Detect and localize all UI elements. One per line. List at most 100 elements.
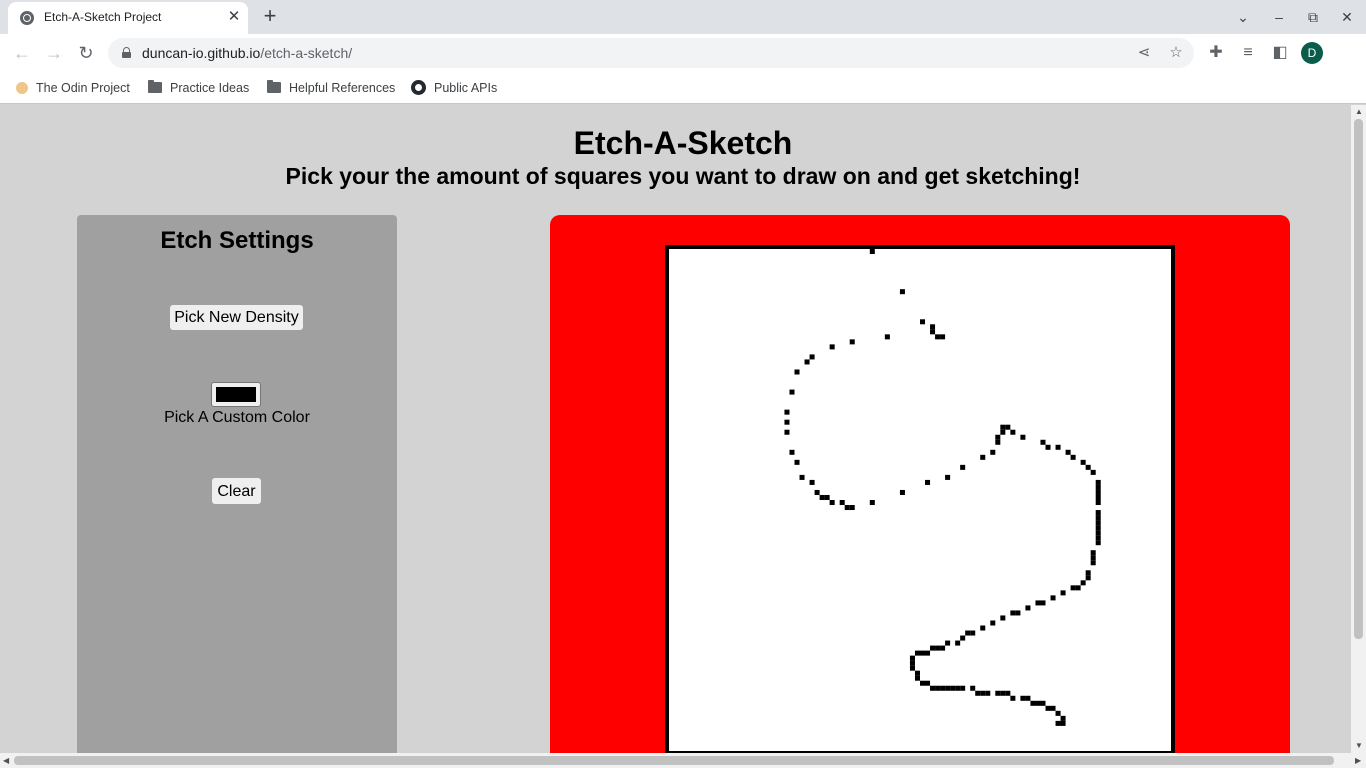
restore-icon[interactable]: ⧉ — [1301, 6, 1325, 28]
filled-cell[interactable] — [809, 354, 815, 360]
filled-cell[interactable] — [1000, 429, 1006, 435]
filled-cell[interactable] — [995, 434, 1001, 440]
window-close-icon[interactable]: ✕ — [1335, 6, 1359, 28]
active-tab[interactable]: Etch-A-Sketch Project ✕ — [8, 2, 248, 34]
filled-cell[interactable] — [1020, 434, 1026, 440]
filled-cell[interactable] — [940, 645, 946, 651]
filled-cell[interactable] — [935, 685, 941, 691]
bookmark-odin-project[interactable]: The Odin Project — [16, 78, 130, 98]
bookmark-practice-ideas[interactable]: Practice Ideas — [148, 78, 249, 98]
filled-cell[interactable] — [1050, 705, 1056, 711]
filled-cell[interactable] — [809, 479, 815, 485]
filled-cell[interactable] — [1095, 479, 1101, 485]
filled-cell[interactable] — [945, 474, 951, 480]
filled-cell[interactable] — [955, 640, 961, 646]
filled-cell[interactable] — [824, 494, 830, 500]
filled-cell[interactable] — [884, 334, 890, 340]
filled-cell[interactable] — [1070, 585, 1076, 591]
filled-cell[interactable] — [975, 690, 981, 696]
filled-cell[interactable] — [945, 685, 951, 691]
filled-cell[interactable] — [925, 680, 931, 686]
filled-cell[interactable] — [1095, 540, 1101, 546]
back-icon[interactable]: ← — [10, 41, 34, 65]
clear-button[interactable]: Clear — [211, 477, 262, 505]
filled-cell[interactable] — [1095, 525, 1101, 531]
filled-cell[interactable] — [920, 650, 926, 656]
scroll-right-icon[interactable]: ▶ — [1355, 756, 1361, 765]
filled-cell[interactable] — [930, 645, 936, 651]
filled-cell[interactable] — [844, 505, 850, 511]
filled-cell[interactable] — [990, 449, 996, 455]
sketch-canvas[interactable] — [665, 245, 1175, 753]
filled-cell[interactable] — [869, 249, 875, 255]
new-tab-icon[interactable]: + — [258, 5, 282, 29]
filled-cell[interactable] — [970, 685, 976, 691]
forward-icon[interactable]: → — [42, 41, 66, 65]
filled-cell[interactable] — [1060, 590, 1066, 596]
pick-density-button[interactable]: Pick New Density — [169, 304, 304, 331]
filled-cell[interactable] — [829, 344, 835, 350]
url-text[interactable]: duncan-io.github.io/etch-a-sketch/ — [142, 45, 352, 61]
scroll-up-icon[interactable]: ▲ — [1355, 107, 1363, 116]
filled-cell[interactable] — [1020, 695, 1026, 701]
filled-cell[interactable] — [960, 635, 966, 641]
filled-cell[interactable] — [925, 650, 931, 656]
filled-cell[interactable] — [1090, 555, 1096, 561]
filled-cell[interactable] — [920, 680, 926, 686]
filled-cell[interactable] — [955, 685, 961, 691]
filled-cell[interactable] — [814, 489, 820, 495]
filled-cell[interactable] — [1095, 530, 1101, 536]
filled-cell[interactable] — [1075, 585, 1081, 591]
filled-cell[interactable] — [1095, 510, 1101, 516]
media-control-icon[interactable]: ≡ — [1236, 41, 1260, 65]
filled-cell[interactable] — [1010, 610, 1016, 616]
filled-cell[interactable] — [784, 429, 790, 435]
filled-cell[interactable] — [1000, 690, 1006, 696]
filled-cell[interactable] — [1090, 469, 1096, 475]
filled-cell[interactable] — [1040, 700, 1046, 706]
filled-cell[interactable] — [1035, 700, 1041, 706]
filled-cell[interactable] — [1050, 595, 1056, 601]
filled-cell[interactable] — [909, 655, 915, 661]
filled-cell[interactable] — [930, 685, 936, 691]
filled-cell[interactable] — [935, 645, 941, 651]
filled-cell[interactable] — [1090, 560, 1096, 566]
vertical-scrollbar[interactable]: ▲ ▼ — [1351, 105, 1366, 753]
filled-cell[interactable] — [869, 500, 875, 506]
filled-cell[interactable] — [1060, 720, 1066, 726]
bookmark-helpful-references[interactable]: Helpful References — [267, 78, 395, 98]
bookmark-public-apis[interactable]: Public APIs — [411, 78, 497, 98]
filled-cell[interactable] — [789, 449, 795, 455]
filled-cell[interactable] — [839, 500, 845, 506]
filled-cell[interactable] — [1085, 575, 1091, 581]
filled-cell[interactable] — [1035, 600, 1041, 606]
filled-cell[interactable] — [970, 630, 976, 636]
filled-cell[interactable] — [940, 334, 946, 340]
lock-icon[interactable] — [122, 47, 131, 58]
reload-icon[interactable]: ↻ — [74, 41, 98, 65]
extensions-icon[interactable]: ✚ — [1204, 41, 1228, 65]
filled-cell[interactable] — [914, 650, 920, 656]
filled-cell[interactable] — [1090, 550, 1096, 556]
filled-cell[interactable] — [1095, 535, 1101, 541]
filled-cell[interactable] — [1080, 459, 1086, 465]
filled-cell[interactable] — [930, 324, 936, 330]
scroll-down-icon[interactable]: ▼ — [1355, 741, 1363, 750]
filled-cell[interactable] — [960, 464, 966, 470]
filled-cell[interactable] — [980, 690, 986, 696]
filled-cell[interactable] — [909, 660, 915, 666]
filled-cell[interactable] — [1085, 570, 1091, 576]
filled-cell[interactable] — [899, 489, 905, 495]
filled-cell[interactable] — [995, 690, 1001, 696]
filled-cell[interactable] — [1055, 444, 1061, 450]
filled-cell[interactable] — [1000, 424, 1006, 430]
filled-cell[interactable] — [1045, 705, 1051, 711]
filled-cell[interactable] — [1095, 520, 1101, 526]
filled-cell[interactable] — [1010, 429, 1016, 435]
filled-cell[interactable] — [849, 339, 855, 345]
filled-cell[interactable] — [945, 640, 951, 646]
horizontal-scroll-thumb[interactable] — [14, 756, 1334, 765]
filled-cell[interactable] — [1060, 715, 1066, 721]
filled-cell[interactable] — [1095, 494, 1101, 500]
filled-cell[interactable] — [799, 474, 805, 480]
